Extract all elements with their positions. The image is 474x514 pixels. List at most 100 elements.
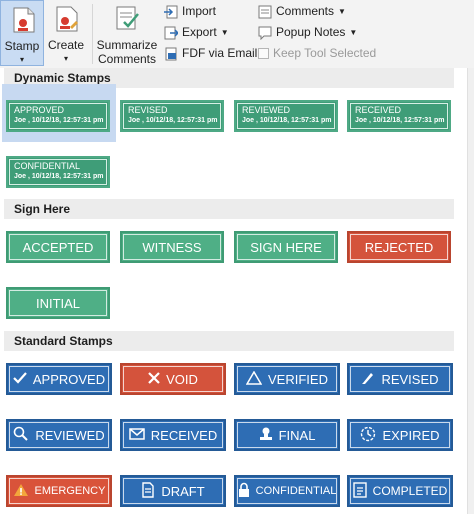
standard-stamp-void[interactable]: VOID bbox=[120, 363, 226, 395]
import-button[interactable]: Import bbox=[164, 2, 216, 20]
stamp-frame: COMPLETED bbox=[350, 478, 450, 504]
stamp-frame: RECEIVED Joe , 10/12/18, 12:57:31 pm bbox=[350, 103, 448, 129]
summarize-line2: Comments bbox=[97, 52, 156, 66]
pencil-icon bbox=[361, 371, 375, 388]
vertical-scrollbar[interactable] bbox=[467, 68, 474, 514]
export-button[interactable]: Export ▼ bbox=[164, 23, 229, 41]
sign-stamp-witness[interactable]: WITNESS bbox=[120, 231, 224, 263]
magnifier-icon bbox=[13, 426, 29, 445]
create-stamp-icon bbox=[56, 6, 78, 32]
fdf-via-email-button[interactable]: FDF via Email bbox=[164, 44, 257, 62]
standard-stamp-verified[interactable]: VERIFIED bbox=[234, 363, 340, 395]
dynamic-stamp-subtitle: Joe , 10/12/18, 12:57:31 pm bbox=[355, 117, 445, 124]
dynamic-stamp-confidential[interactable]: CONFIDENTIAL Joe , 10/12/18, 12:57:31 pm bbox=[6, 156, 110, 188]
stamp-frame: REVISED bbox=[350, 366, 450, 392]
dynamic-stamp-received[interactable]: RECEIVED Joe , 10/12/18, 12:57:31 pm bbox=[347, 100, 451, 132]
dynamic-stamp-subtitle: Joe , 10/12/18, 12:57:31 pm bbox=[14, 173, 104, 180]
stamp-label: WITNESS bbox=[123, 234, 221, 260]
keep-tool-selected-checkbox[interactable]: Keep Tool Selected bbox=[258, 44, 376, 62]
stamp-label: EXPIRED bbox=[382, 427, 440, 443]
separator bbox=[92, 4, 93, 64]
stamp-label: VOID bbox=[166, 371, 198, 387]
standard-stamp-expired[interactable]: EXPIRED bbox=[347, 419, 453, 451]
stamp-label: REVISED bbox=[381, 371, 439, 387]
checklist-icon bbox=[352, 481, 367, 501]
import-label: Import bbox=[182, 4, 217, 18]
summarize-icon bbox=[116, 6, 139, 30]
standard-stamp-revised[interactable]: REVISED bbox=[347, 363, 453, 395]
comments-button[interactable]: Comments ▼ bbox=[258, 2, 346, 20]
dynamic-stamp-title: REVISED bbox=[128, 105, 168, 115]
comments-icon bbox=[258, 5, 272, 19]
document-icon bbox=[141, 481, 155, 501]
stamp-label: FINAL bbox=[278, 427, 316, 443]
standard-stamp-emergency[interactable]: EMERGENCY bbox=[6, 475, 112, 507]
standard-stamp-draft[interactable]: DRAFT bbox=[120, 475, 226, 507]
stamp-frame: CONFIDENTIAL Joe , 10/12/18, 12:57:31 pm bbox=[9, 159, 107, 185]
stamp-button[interactable]: Stamp ▾ bbox=[0, 0, 44, 66]
standard-stamp-completed[interactable]: COMPLETED bbox=[347, 475, 453, 507]
standard-stamp-reviewed[interactable]: REVIEWED bbox=[6, 419, 112, 451]
dynamic-stamp-subtitle: Joe , 10/12/18, 12:57:31 pm bbox=[242, 117, 332, 124]
keep-tool-label: Keep Tool Selected bbox=[273, 46, 377, 60]
stamp-label: Stamp bbox=[4, 39, 40, 53]
stamp-frame: APPROVED Joe , 10/12/18, 12:57:31 pm bbox=[9, 103, 107, 129]
standard-stamp-received[interactable]: RECEIVED bbox=[120, 419, 226, 451]
fdf-email-icon bbox=[165, 47, 177, 61]
warning-triangle-icon bbox=[245, 370, 263, 388]
stamp-frame: APPROVED bbox=[9, 366, 109, 392]
stamp-frame: REVIEWED bbox=[9, 422, 109, 448]
section-sign-here: Sign Here bbox=[4, 199, 454, 219]
stamp-frame: DRAFT bbox=[123, 478, 223, 504]
comments-label: Comments bbox=[276, 4, 335, 18]
dynamic-stamp-approved[interactable]: APPROVED Joe , 10/12/18, 12:57:31 pm bbox=[6, 100, 110, 132]
export-icon bbox=[164, 26, 178, 40]
sign-stamp-accepted[interactable]: ACCEPTED bbox=[6, 231, 110, 263]
fdf-label: FDF via Email bbox=[182, 46, 258, 60]
stamp-label: RECEIVED bbox=[150, 427, 218, 443]
dynamic-stamp-title: APPROVED bbox=[14, 105, 65, 115]
stamp-label: EMERGENCY bbox=[34, 485, 106, 497]
stamp-label: SIGN HERE bbox=[237, 234, 335, 260]
chevron-down-icon: ▼ bbox=[338, 6, 346, 16]
popup-notes-icon bbox=[258, 26, 272, 40]
popup-notes-button[interactable]: Popup Notes ▼ bbox=[258, 23, 357, 41]
dynamic-stamp-subtitle: Joe , 10/12/18, 12:57:31 pm bbox=[128, 117, 218, 124]
stamp-label: CONFIDENTIAL bbox=[255, 485, 337, 497]
chevron-down-icon: ▾ bbox=[19, 55, 24, 64]
sign-stamp-sign-here[interactable]: SIGN HERE bbox=[234, 231, 338, 263]
standard-stamp-approved[interactable]: APPROVED bbox=[6, 363, 112, 395]
dynamic-stamp-subtitle: Joe , 10/12/18, 12:57:31 pm bbox=[14, 117, 104, 124]
chevron-down-icon: ▼ bbox=[349, 27, 358, 37]
warning-icon bbox=[13, 483, 29, 500]
stamp-label: DRAFT bbox=[161, 483, 205, 499]
stamp-frame: EXPIRED bbox=[350, 422, 450, 448]
stamp-frame: CONFIDENTIAL bbox=[237, 478, 337, 504]
chevron-down-icon: ▾ bbox=[63, 54, 68, 63]
dynamic-stamp-title: REVIEWED bbox=[242, 105, 291, 115]
dynamic-stamp-revised[interactable]: REVISED Joe , 10/12/18, 12:57:31 pm bbox=[120, 100, 224, 132]
sign-stamp-rejected[interactable]: REJECTED bbox=[347, 231, 451, 263]
stamp-frame: RECEIVED bbox=[123, 422, 223, 448]
stamp-icon bbox=[259, 426, 273, 445]
lock-icon bbox=[238, 482, 250, 501]
create-label: Create bbox=[47, 38, 85, 52]
summarize-comments-button[interactable]: Summarize Comments bbox=[96, 0, 158, 66]
sign-stamp-initial[interactable]: INITIAL bbox=[6, 287, 110, 319]
stamp-icon bbox=[13, 7, 35, 33]
stamp-label: APPROVED bbox=[32, 371, 106, 387]
stamp-label: REVIEWED bbox=[35, 427, 105, 443]
standard-stamp-confidential[interactable]: CONFIDENTIAL bbox=[234, 475, 340, 507]
stamp-frame: VERIFIED bbox=[237, 366, 337, 392]
stamp-label: COMPLETED bbox=[372, 484, 448, 498]
stamp-frame: EMERGENCY bbox=[9, 478, 109, 504]
x-icon bbox=[148, 371, 160, 387]
envelope-icon bbox=[129, 427, 145, 443]
stamp-label: ACCEPTED bbox=[9, 234, 107, 260]
check-icon bbox=[13, 371, 27, 387]
create-button[interactable]: Create ▾ bbox=[46, 0, 86, 66]
import-icon bbox=[164, 5, 178, 19]
dynamic-stamp-reviewed[interactable]: REVIEWED Joe , 10/12/18, 12:57:31 pm bbox=[234, 100, 338, 132]
standard-stamp-final[interactable]: FINAL bbox=[234, 419, 340, 451]
stamp-label: VERIFIED bbox=[268, 371, 328, 387]
